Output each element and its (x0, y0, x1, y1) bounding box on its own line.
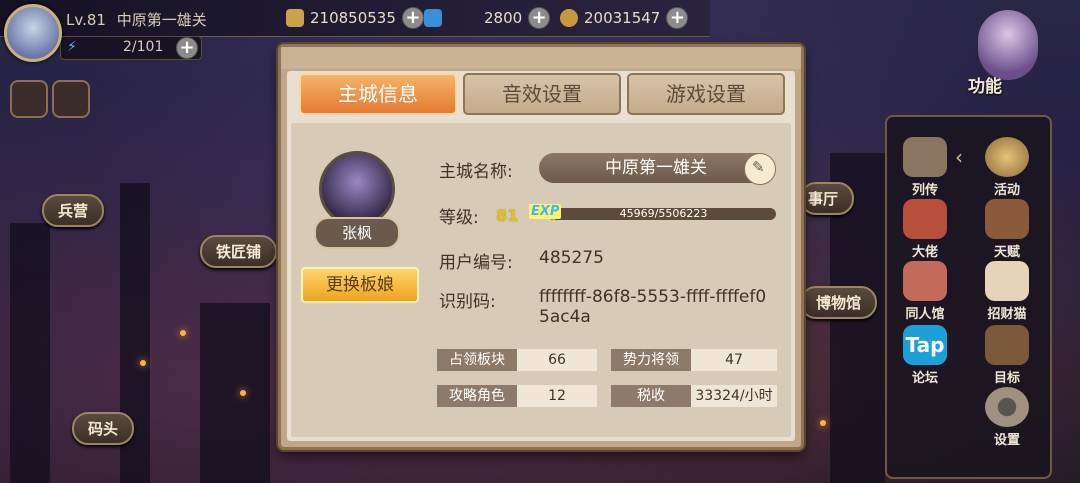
hall-sign[interactable]: 事厅 (800, 182, 855, 215)
stat-value: 66 (517, 349, 597, 371)
edit-name-button[interactable]: ✎ (744, 153, 776, 185)
talent-button[interactable]: 天赋 (979, 199, 1035, 260)
city-info-dialog: 主城信息 音效设置 游戏设置 张枫 更换板娘 主城名称: 中原第一雄关 ✎ 等级… (278, 44, 804, 450)
stat-occupied-blocks: 占领板块 66 (437, 349, 597, 371)
biography-label: 列传 (911, 183, 938, 198)
quest-icon[interactable] (52, 80, 90, 118)
collapse-arrow-icon[interactable]: ‹ (955, 145, 963, 169)
stat-faction-generals: 势力将领 47 (611, 349, 777, 371)
fan-hall-button[interactable]: 同人馆 (897, 261, 953, 322)
ident-code-label: 识别码: (439, 292, 496, 312)
tap-logo-icon: Tap (903, 325, 947, 365)
gold-icon (286, 9, 304, 27)
mascot-portrait (319, 151, 395, 227)
lantern (820, 420, 826, 426)
forum-button[interactable]: Tap 论坛 (897, 325, 953, 386)
stat-tax: 税收 33324/小时 (611, 385, 777, 407)
lucky-cat-label: 招财猫 (987, 307, 1027, 322)
fan-hall-label: 同人馆 (905, 307, 945, 322)
top-resource-bar: Lv.81 中原第一雄关 210850535 + 2800 + 20031547… (0, 0, 710, 37)
function-character-icon (978, 10, 1038, 80)
talent-icon (985, 199, 1029, 239)
gem-add-button[interactable]: + (528, 7, 551, 29)
tab-game-settings[interactable]: 游戏设置 (627, 73, 785, 115)
lantern (140, 360, 146, 366)
gem-value: 2800 (484, 9, 523, 27)
smithy-sign[interactable]: 铁匠铺 (200, 235, 278, 268)
right-function-panel: ‹ 列传 活动 大佬 天赋 同人馆 招财猫 Tap 论坛 目标 设置 (885, 115, 1052, 479)
star-icon (985, 137, 1029, 177)
lucky-cat-button[interactable]: 招财猫 (979, 261, 1035, 322)
lantern (180, 330, 186, 336)
book-icon (903, 137, 947, 177)
tab-city-info[interactable]: 主城信息 (299, 73, 457, 115)
gold-add-button[interactable]: + (401, 7, 424, 29)
food-add-button[interactable]: + (666, 7, 689, 29)
function-menu[interactable]: 功能 (968, 10, 1048, 97)
player-level-city: Lv.81 中原第一雄关 (66, 9, 207, 30)
museum-sign[interactable]: 博物馆 (800, 286, 878, 319)
dialog-header-strip (281, 47, 801, 69)
city-name-field[interactable]: 中原第一雄关 (539, 153, 773, 183)
boss-button[interactable]: 大佬 (897, 199, 953, 260)
dock-sign[interactable]: 码头 (72, 412, 135, 445)
exp-text: 45969/5506223 (619, 207, 708, 220)
user-id-value: 485275 (539, 248, 604, 268)
boss-icon (903, 199, 947, 239)
stat-value: 33324/小时 (691, 385, 777, 407)
user-id-label: 用户编号: (439, 253, 513, 273)
food-value: 20031547 (584, 9, 661, 27)
tower-silhouette (10, 223, 50, 483)
player-level: Lv.81 (66, 11, 106, 29)
goals-label: 目标 (993, 371, 1020, 386)
gold-value: 210850535 (310, 9, 396, 27)
stamina-value: 2/101 (123, 39, 164, 55)
stamina-add-button[interactable]: + (176, 37, 198, 59)
settings-label: 设置 (993, 433, 1020, 448)
stat-value: 12 (517, 385, 597, 407)
exp-tag: EXP (529, 204, 562, 219)
gem-resource: 2800 + (424, 6, 551, 30)
stat-label: 势力将领 (611, 349, 691, 371)
gold-resource: 210850535 + (286, 6, 424, 30)
stat-label: 攻略角色 (437, 385, 517, 407)
stamina-icon: ⚡ (67, 39, 77, 55)
lantern (240, 390, 246, 396)
gem-icon (424, 9, 442, 27)
barracks-sign[interactable]: 兵营 (42, 194, 105, 227)
mascot-name: 张枫 (314, 217, 400, 249)
gear-icon (985, 387, 1029, 427)
exp-bar: 45969/5506223 (551, 207, 776, 220)
stat-value: 47 (691, 349, 777, 371)
stat-label: 税收 (611, 385, 691, 407)
boss-label: 大佬 (911, 245, 938, 260)
goal-scroll-icon (985, 325, 1029, 365)
castle-icon (903, 261, 947, 301)
function-label: 功能 (968, 77, 1002, 97)
tower-silhouette (200, 303, 270, 483)
stat-conquered-characters: 攻略角色 12 (437, 385, 597, 407)
mail-icon[interactable] (10, 80, 48, 118)
level-label: 等级: (439, 208, 479, 228)
level-value: 81 (496, 206, 519, 225)
city-name-label: 主城名称: (439, 162, 513, 182)
events-button[interactable]: 活动 (979, 137, 1035, 198)
ident-code-value: ffffffff-86f8-5553-ffff-ffffef05ac4a (539, 287, 767, 327)
food-icon (560, 9, 578, 27)
tab-sound-settings[interactable]: 音效设置 (463, 73, 621, 115)
biography-button[interactable]: 列传 (897, 137, 953, 198)
lucky-cat-icon (985, 261, 1029, 301)
pencil-icon: ✎ (752, 158, 765, 176)
player-city-name: 中原第一雄关 (116, 11, 207, 29)
goals-button[interactable]: 目标 (979, 325, 1035, 386)
talent-label: 天赋 (993, 245, 1020, 260)
food-resource: 20031547 + (560, 6, 689, 30)
change-mascot-button[interactable]: 更换板娘 (301, 267, 419, 303)
forum-label: 论坛 (911, 371, 938, 386)
player-avatar[interactable] (4, 4, 62, 62)
stat-label: 占领板块 (437, 349, 517, 371)
events-label: 活动 (993, 183, 1020, 198)
settings-button[interactable]: 设置 (979, 387, 1035, 448)
